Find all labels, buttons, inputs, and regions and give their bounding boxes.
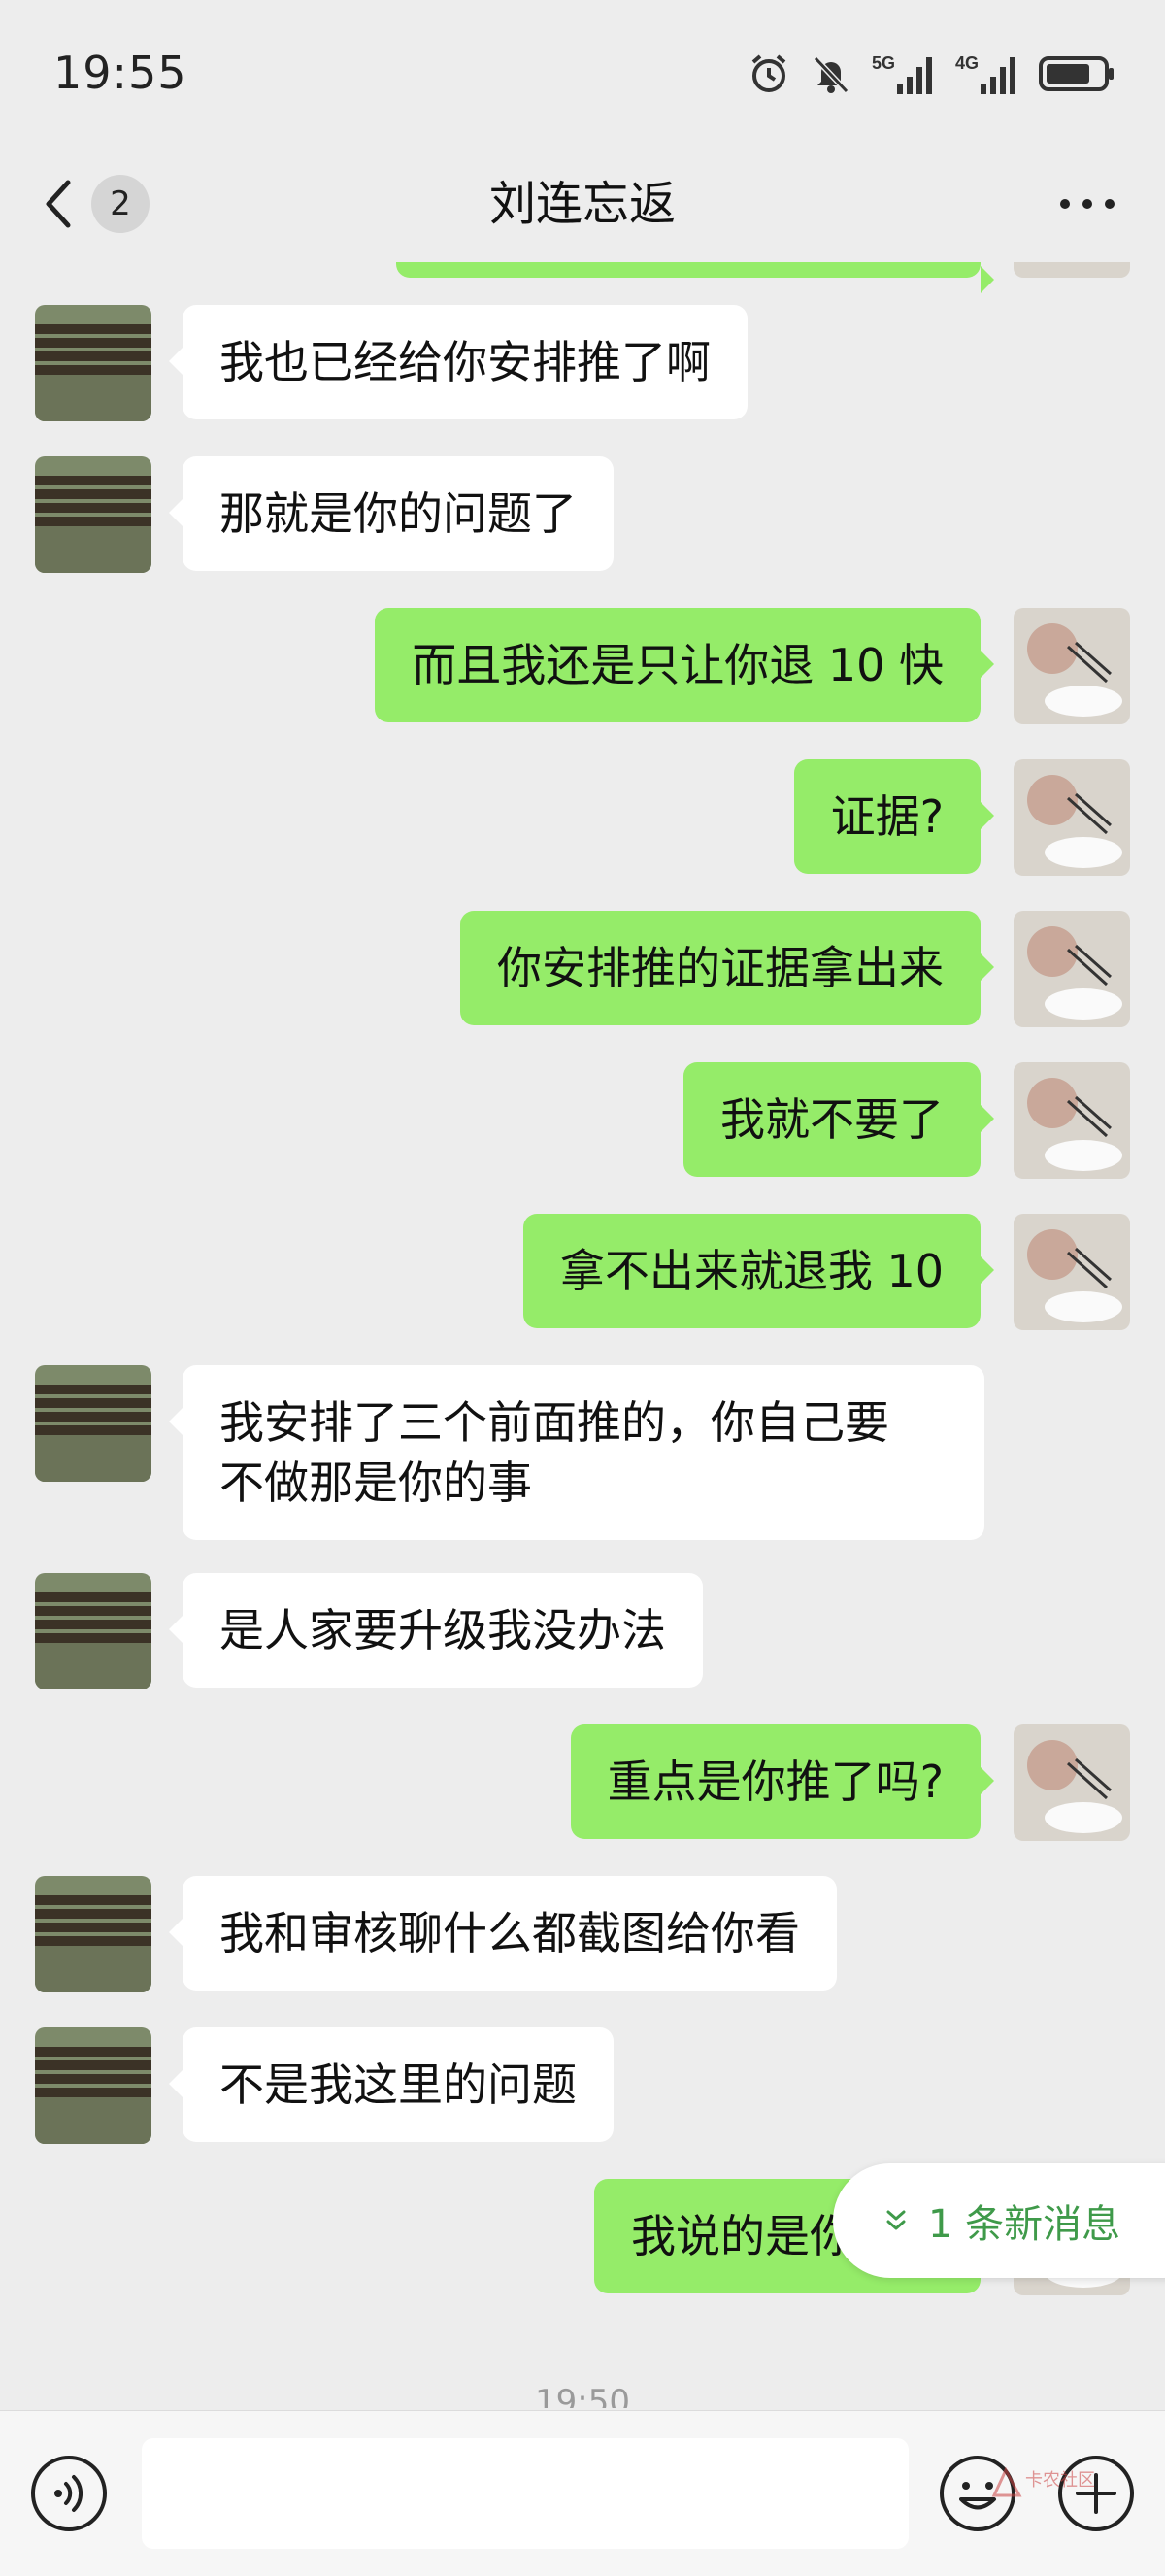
message-row: 我就不要了 [0, 1062, 1165, 1179]
message-bubble-incoming[interactable]: 不是我这里的问题 [169, 2027, 614, 2142]
network-label-5g: 5G [872, 53, 895, 73]
message-bubble-outgoing[interactable] [396, 262, 994, 293]
avatar-self[interactable] [1014, 1724, 1130, 1841]
chat-header: 2 刘连忘返 [0, 146, 1165, 262]
avatar-self[interactable] [1014, 262, 1130, 278]
message-list[interactable]: 我也已经给你安排推了啊 那就是你的问题了 而且我还是只让你退 10 快 证据? [0, 262, 1165, 2408]
avatar-contact[interactable] [35, 456, 151, 573]
status-time: 19:55 [53, 47, 187, 99]
signal-4g-icon: 4G [955, 53, 1015, 94]
message-input[interactable] [142, 2438, 909, 2549]
avatar-contact[interactable] [35, 2027, 151, 2144]
voice-button[interactable] [29, 2454, 109, 2533]
chat-title: 刘连忘返 [488, 177, 676, 231]
message-bubble-incoming[interactable]: 我安排了三个前面推的，你自己要 不做那是你的事 [169, 1365, 984, 1540]
avatar-self-image [1014, 1214, 1130, 1330]
message-row: 你安排推的证据拿出来 [0, 911, 1165, 1027]
message-bubble-outgoing[interactable]: 你安排推的证据拿出来 [460, 911, 994, 1025]
watermark-logo: 卡农社区 [990, 2466, 1107, 2525]
chevrons-down-icon [886, 2210, 906, 2230]
avatar-contact-image [35, 1365, 151, 1482]
avatar-contact[interactable] [35, 1876, 151, 1992]
avatar-contact-image [35, 1876, 151, 1992]
avatar-self[interactable] [1014, 911, 1130, 1027]
alarm-icon [751, 54, 786, 92]
status-bar: 19:55 5G 4G [0, 0, 1165, 146]
more-dots-icon [1060, 199, 1115, 209]
message-bubble-incoming[interactable]: 我也已经给你安排推了啊 [169, 305, 748, 419]
new-message-indicator[interactable]: 1 条新消息 [833, 2163, 1165, 2278]
message-bubble-incoming[interactable]: 我和审核聊什么都截图给你看 [169, 1876, 837, 1991]
voice-icon [31, 2456, 107, 2531]
new-message-text: 1 条新消息 [928, 2202, 1121, 2247]
signal-5g-icon: 5G [872, 53, 932, 94]
message-row: 不是我这里的问题 [0, 2027, 1165, 2144]
message-bubble-outgoing[interactable]: 而且我还是只让你退 10 快 [375, 608, 994, 722]
avatar-self-image [1014, 1062, 1130, 1179]
avatar-contact[interactable] [35, 1573, 151, 1689]
avatar-self-image [1014, 1724, 1130, 1841]
avatar-self[interactable] [1014, 1214, 1130, 1330]
more-button[interactable] [1048, 175, 1126, 233]
watermark-text: 卡农社区 [1025, 2470, 1095, 2491]
avatar-contact[interactable] [35, 1365, 151, 1482]
message-timestamp: 19:50 [535, 2383, 630, 2408]
avatar-contact-image [35, 1573, 151, 1689]
message-bubble-outgoing[interactable]: 拿不出来就退我 10 [522, 1214, 995, 1328]
network-label-4g: 4G [955, 53, 979, 73]
message-row: 是人家要升级我没办法 [0, 1573, 1165, 1689]
avatar-contact[interactable] [35, 305, 151, 421]
message-bubble-incoming[interactable]: 是人家要升级我没办法 [169, 1573, 703, 1688]
message-row: 我也已经给你安排推了啊 [0, 305, 1165, 421]
avatar-self[interactable] [1014, 759, 1130, 876]
message-row: 我安排了三个前面推的，你自己要 不做那是你的事 [0, 1365, 1165, 1542]
status-icons: 5G 4G [748, 49, 1116, 99]
avatar-self-image [1014, 608, 1130, 724]
avatar-self-image [1014, 262, 1130, 278]
message-bubble-outgoing[interactable]: 我就不要了 [683, 1062, 994, 1177]
avatar-self-image [1014, 759, 1130, 876]
message-row: 我和审核聊什么都截图给你看 [0, 1876, 1165, 1992]
message-row: 重点是你推了吗? [0, 1724, 1165, 1841]
avatar-self-image [1014, 911, 1130, 1027]
message-bubble-outgoing[interactable]: 证据? [793, 759, 995, 874]
message-row: 证据? [0, 759, 1165, 876]
message-row [0, 262, 1165, 293]
message-row: 拿不出来就退我 10 [0, 1214, 1165, 1330]
message-row: 那就是你的问题了 [0, 456, 1165, 573]
watermark-icon [991, 2466, 1022, 2497]
avatar-self[interactable] [1014, 608, 1130, 724]
avatar-contact-image [35, 2027, 151, 2144]
battery-icon [1039, 56, 1114, 91]
message-bubble-incoming[interactable]: 那就是你的问题了 [169, 456, 614, 571]
avatar-self[interactable] [1014, 1062, 1130, 1179]
mute-bell-icon [813, 55, 849, 94]
message-row: 而且我还是只让你退 10 快 [0, 608, 1165, 724]
message-bubble-outgoing[interactable]: 重点是你推了吗? [570, 1724, 995, 1839]
avatar-contact-image [35, 305, 151, 421]
avatar-contact-image [35, 456, 151, 573]
